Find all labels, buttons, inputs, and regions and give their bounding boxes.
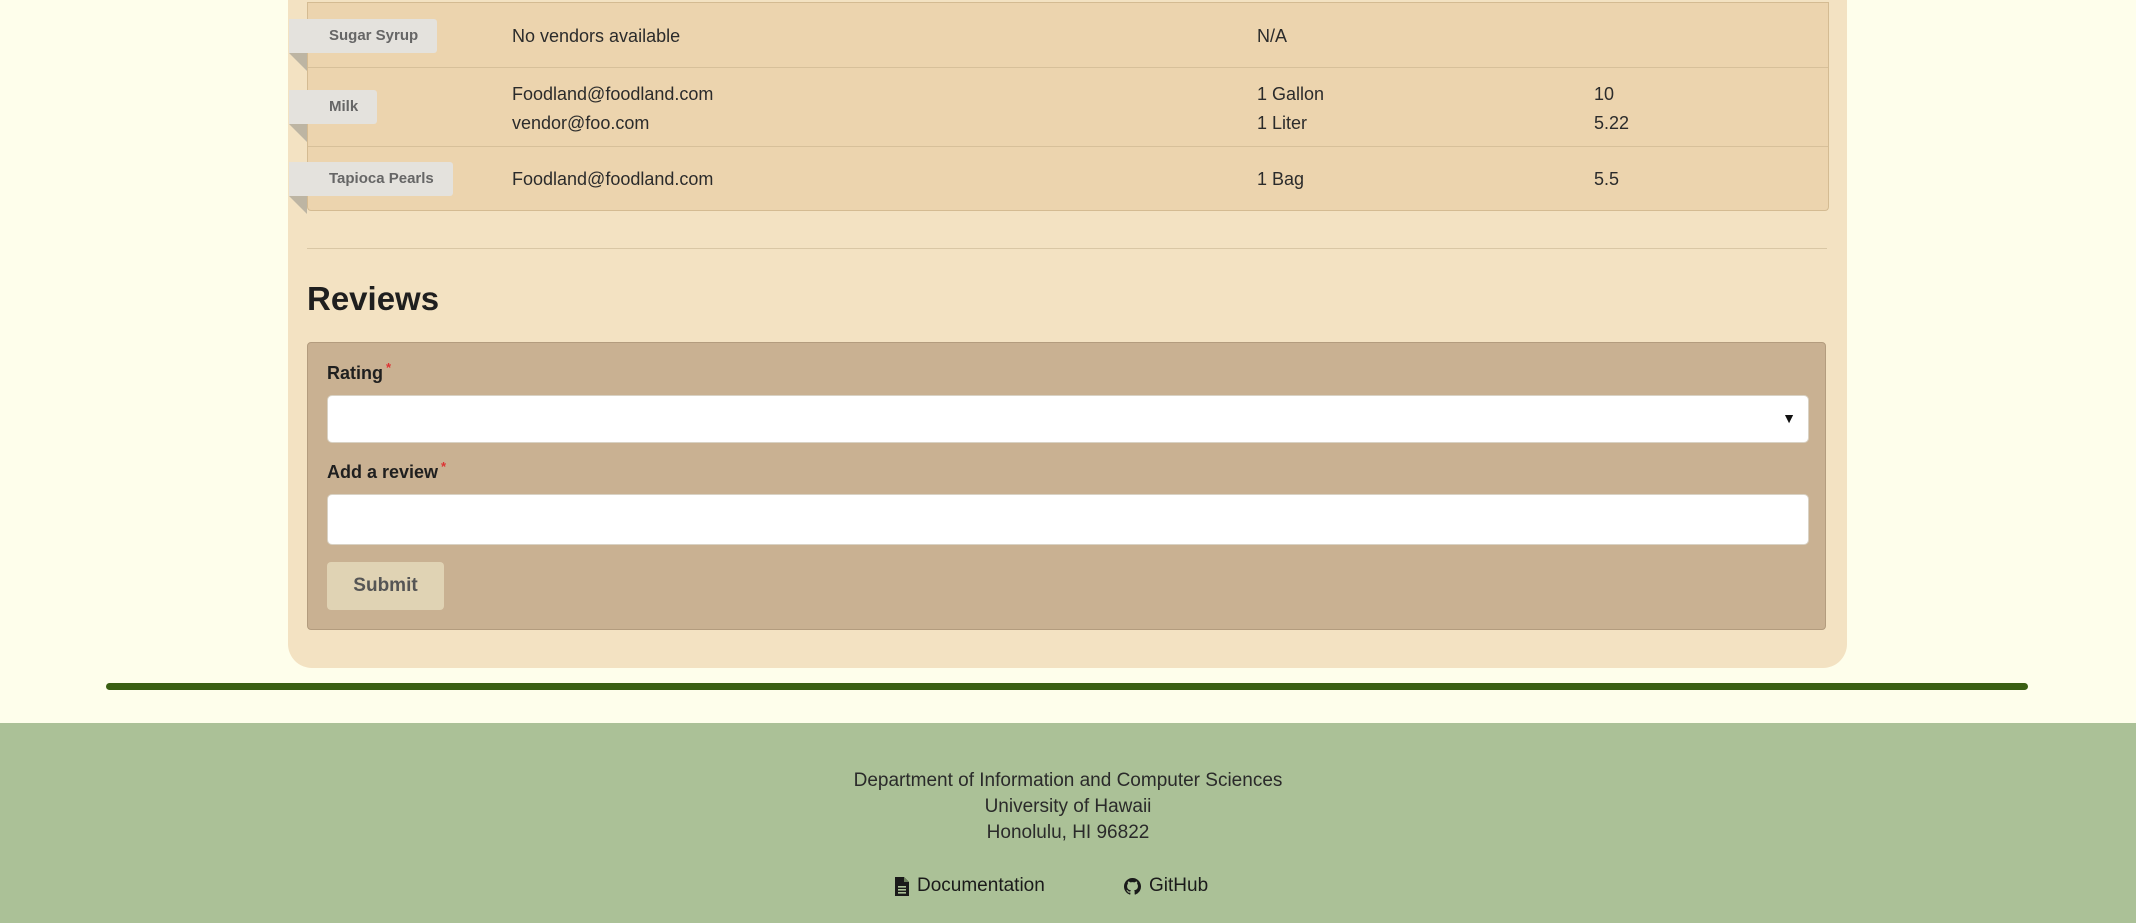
size-cell: N/A xyxy=(1257,26,1288,46)
footer-university: University of Hawaii xyxy=(984,796,1152,817)
chevron-down-icon: ▼ xyxy=(1782,410,1796,426)
table-row: Foodland@foodland.com vendor@foo.com 1 G… xyxy=(308,68,1828,146)
review-label: Add a review * xyxy=(327,459,447,483)
required-marker: * xyxy=(386,360,392,375)
vendor-cell: No vendors available xyxy=(512,26,681,46)
price-cell: 5.22 xyxy=(1594,113,1630,133)
review-form: Rating * ▼ Add a review * Submit xyxy=(307,342,1826,630)
review-label-text: Add a review xyxy=(327,462,439,482)
accent-bar xyxy=(106,683,2028,690)
page: No vendors available N/A Foodland@foodla… xyxy=(0,0,2136,923)
size-cell: 1 Gallon xyxy=(1257,84,1325,104)
ingredient-name: Milk xyxy=(329,98,359,115)
rating-label: Rating * xyxy=(327,360,392,384)
footer-department: Department of Information and Computer S… xyxy=(853,770,1283,791)
github-link[interactable]: GitHub xyxy=(1124,875,1208,897)
file-text-icon xyxy=(894,876,909,896)
ribbon-fold xyxy=(289,53,307,71)
vendor-cell: Foodland@foodland.com xyxy=(512,84,714,104)
ingredient-name: Tapioca Pearls xyxy=(329,170,434,187)
review-input[interactable] xyxy=(327,494,1809,545)
ingredient-ribbon-milk: Milk xyxy=(289,90,378,142)
github-label: GitHub xyxy=(1149,875,1209,896)
ingredients-table: No vendors available N/A Foodland@foodla… xyxy=(307,3,1829,211)
rating-select[interactable]: ▼ xyxy=(327,395,1809,443)
ingredient-name: Sugar Syrup xyxy=(329,27,419,44)
price-cell: 5.5 xyxy=(1594,169,1620,189)
table-row: No vendors available N/A xyxy=(308,3,1828,67)
ribbon-fold xyxy=(289,124,307,142)
github-icon xyxy=(1124,877,1141,895)
reviews-heading: Reviews xyxy=(307,280,440,317)
section-divider xyxy=(307,248,1827,249)
ingredient-ribbon-sugar-syrup: Sugar Syrup xyxy=(289,19,438,71)
footer: Department of Information and Computer S… xyxy=(0,723,2136,923)
submit-button[interactable]: Submit xyxy=(327,562,444,610)
documentation-label: Documentation xyxy=(917,875,1045,896)
documentation-link[interactable]: Documentation xyxy=(894,875,1045,897)
required-marker: * xyxy=(441,459,447,474)
footer-address: Honolulu, HI 96822 xyxy=(986,822,1150,843)
vendor-cell: vendor@foo.com xyxy=(512,113,650,133)
rating-label-text: Rating xyxy=(327,363,383,383)
ingredient-ribbon-tapioca-pearls: Tapioca Pearls xyxy=(289,162,453,214)
size-cell: 1 Bag xyxy=(1257,169,1305,189)
size-cell: 1 Liter xyxy=(1257,113,1308,133)
vendor-cell: Foodland@foodland.com xyxy=(512,169,714,189)
price-cell: 10 xyxy=(1594,84,1615,104)
table-row: Foodland@foodland.com 1 Bag 5.5 xyxy=(308,147,1828,209)
ribbon-fold xyxy=(289,196,307,214)
